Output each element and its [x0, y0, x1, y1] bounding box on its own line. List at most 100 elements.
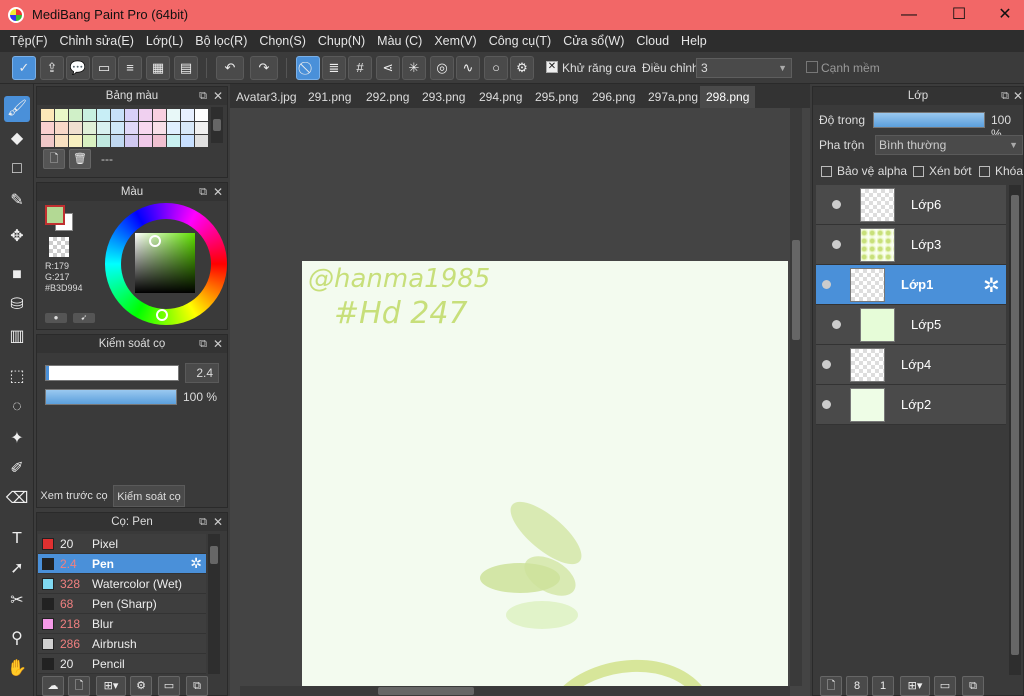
tab-296[interactable]: 296.png [586, 86, 641, 108]
ellipse-snap-icon[interactable]: ○ [484, 56, 508, 80]
gradient-tool-icon[interactable]: ▥ [4, 324, 30, 350]
brush-item-watercolor-wet[interactable]: 328 Watercolor (Wet) [38, 574, 206, 594]
gear-icon[interactable]: ✲ [190, 555, 202, 572]
palette-swatch[interactable] [153, 135, 166, 147]
sv-cursor[interactable] [149, 235, 161, 247]
panels-icon[interactable]: ▤ [174, 56, 198, 80]
menu-filter[interactable]: Bộ lọc(R) [189, 34, 253, 48]
bucket-tool-icon[interactable]: ⛁ [4, 292, 30, 318]
saturation-value-square[interactable] [135, 233, 195, 293]
eye-icon[interactable] [832, 240, 841, 249]
popout-icon[interactable]: ⧉ [199, 183, 207, 201]
menu-edit[interactable]: Chỉnh sửa(E) [54, 34, 140, 48]
color-mode-button[interactable]: ● [45, 313, 67, 323]
close-icon[interactable]: ✕ [213, 183, 223, 201]
layer-item[interactable]: Lớp2 [816, 385, 1006, 425]
menu-file[interactable]: Tệp(F) [4, 34, 54, 48]
lock-checkbox[interactable] [979, 166, 990, 177]
menu-capture[interactable]: Chụp(N) [312, 34, 371, 48]
share-icon[interactable]: ⇪ [40, 56, 64, 80]
layer-item[interactable]: Lớp3 [816, 225, 1006, 265]
menu-select[interactable]: Chọn(S) [253, 34, 312, 48]
eraser-tool-icon[interactable]: ◆ [4, 126, 30, 152]
scrollbar-thumb[interactable] [378, 687, 474, 695]
close-button[interactable]: ✕ [982, 0, 1024, 30]
canvas-area[interactable]: @hanma1985 #Hd 247 [230, 108, 810, 696]
undo-icon[interactable]: ↶ [216, 56, 244, 80]
brush-item-blur[interactable]: 218 Blur [38, 614, 206, 634]
materials-icon[interactable]: ▦ [146, 56, 170, 80]
popout-icon[interactable]: ⧉ [1001, 87, 1009, 105]
divide-tool-icon[interactable]: ✂ [4, 588, 30, 614]
grid-snap-icon[interactable]: # [348, 56, 372, 80]
folder-icon[interactable]: ▭ [158, 676, 180, 696]
brush-item-pencil[interactable]: 20 Pencil [38, 654, 206, 674]
menu-tools[interactable]: Công cụ(T) [483, 34, 558, 48]
palette-swatch[interactable] [139, 122, 152, 134]
palette-swatch[interactable] [153, 122, 166, 134]
palette-swatch[interactable] [125, 109, 138, 121]
primary-color-swatch[interactable] [45, 205, 65, 225]
duplicate-layer-icon[interactable]: ⧉ [962, 676, 984, 696]
palette-swatch[interactable] [55, 122, 68, 134]
eye-icon[interactable] [822, 280, 831, 289]
palette-swatch[interactable] [41, 122, 54, 134]
speech-bubble-icon[interactable]: 💬 [66, 56, 90, 80]
transparent-color-swatch[interactable] [49, 237, 69, 257]
menu-help[interactable]: Help [675, 34, 713, 48]
tab-brush-control[interactable]: Kiểm soát cọ [113, 485, 185, 507]
brush-size-value[interactable]: 2.4 [185, 363, 219, 383]
tab-295[interactable]: 295.png [529, 86, 584, 108]
palette-swatch[interactable] [111, 109, 124, 121]
eyedropper-tool-icon[interactable]: ⚲ [4, 626, 30, 652]
close-icon[interactable]: ✕ [213, 335, 223, 353]
palette-swatch[interactable] [69, 135, 82, 147]
add-brush-menu-icon[interactable]: ⊞▾ [96, 676, 126, 696]
palette-swatch[interactable] [181, 122, 194, 134]
tab-298[interactable]: 298.png [700, 86, 756, 108]
brush-opacity-slider[interactable] [45, 389, 177, 405]
palette-swatch[interactable] [83, 109, 96, 121]
new-layer-icon[interactable]: 🗋 [820, 676, 842, 696]
cloud-save-icon[interactable]: ✓ [12, 56, 36, 80]
magic-wand-tool-icon[interactable]: ✦ [4, 426, 30, 452]
tab-294[interactable]: 294.png [473, 86, 528, 108]
tab-brush-preview[interactable]: Xem trước cọ [37, 485, 111, 507]
palette-swatch[interactable] [195, 109, 208, 121]
palette-swatch[interactable] [55, 135, 68, 147]
tab-292[interactable]: 292.png [360, 86, 415, 108]
snap-off-icon[interactable]: ⃠ [296, 56, 320, 80]
menu-layer[interactable]: Lớp(L) [140, 34, 189, 48]
brush-item-pen-sharp[interactable]: 68 Pen (Sharp) [38, 594, 206, 614]
eye-icon[interactable] [832, 200, 841, 209]
duplicate-icon[interactable]: ⧉ [186, 676, 208, 696]
palette-swatch[interactable] [69, 109, 82, 121]
palette-swatch[interactable] [167, 135, 180, 147]
palette-swatch[interactable] [167, 122, 180, 134]
palette-swatch[interactable] [83, 135, 96, 147]
palette-swatch[interactable] [139, 135, 152, 147]
new-1bit-layer-icon[interactable]: 1 [872, 676, 894, 696]
select-eraser-tool-icon[interactable]: ⌫ [4, 486, 30, 512]
palette-swatch[interactable] [181, 109, 194, 121]
palette-swatch[interactable] [195, 122, 208, 134]
antialias-checkbox[interactable]: ✕ [546, 61, 558, 73]
layer-item-selected[interactable]: Lớp1 ✲ [816, 265, 1006, 305]
circle-snap-icon[interactable]: ◎ [430, 56, 454, 80]
add-layer-menu-icon[interactable]: ⊞▾ [900, 676, 930, 696]
blend-mode-select[interactable]: Bình thường ▼ [875, 135, 1023, 155]
canvas-vertical-scrollbar[interactable] [790, 108, 802, 686]
select-pen-tool-icon[interactable]: ✐ [4, 456, 30, 482]
eye-icon[interactable] [822, 360, 831, 369]
comment-icon[interactable]: ▭ [92, 56, 116, 80]
new-palette-icon[interactable]: 🗋 [43, 149, 65, 169]
soft-edge-checkbox[interactable] [806, 61, 818, 73]
close-icon[interactable]: ✕ [213, 87, 223, 105]
tab-293[interactable]: 293.png [416, 86, 471, 108]
tab-297a[interactable]: 297a.png [642, 86, 704, 108]
palette-swatch[interactable] [69, 122, 82, 134]
scrollbar-thumb[interactable] [213, 119, 221, 131]
new-brush-icon[interactable]: 🗋 [68, 676, 90, 696]
document-icon[interactable]: ≡ [118, 56, 142, 80]
radial-snap-icon[interactable]: ✳ [402, 56, 426, 80]
